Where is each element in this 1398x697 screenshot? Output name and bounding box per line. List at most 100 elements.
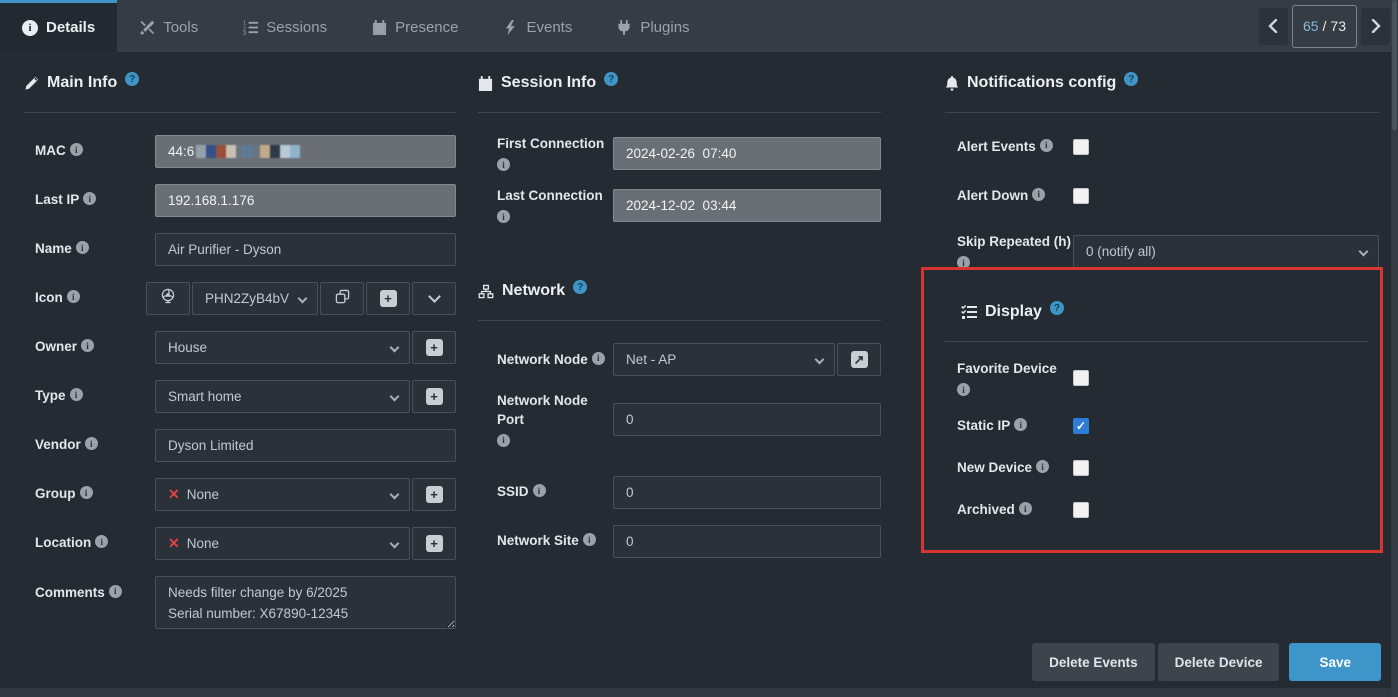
info-icon: i	[592, 352, 605, 365]
alert-events-checkbox[interactable]	[1073, 139, 1089, 155]
help-icon[interactable]: ?	[604, 72, 618, 86]
mac-label: MACi	[24, 142, 155, 160]
device-icon-preview-button[interactable]	[146, 282, 190, 315]
help-icon[interactable]: ?	[125, 72, 139, 86]
tab-bar: i Details Tools 123 Sessions Presence	[0, 0, 1398, 52]
pager-position: 65 / 73	[1292, 5, 1357, 48]
notifications-config-header: Notifications config ?	[945, 52, 1379, 113]
location-select[interactable]: ✕None	[155, 527, 410, 560]
mac-redacted-blocks	[196, 145, 300, 158]
network-node-port-label: Network Node Porti	[478, 392, 613, 446]
new-device-label: New Devicei	[945, 459, 1073, 477]
network-node-select[interactable]: Net - AP	[613, 343, 835, 376]
tab-label: Presence	[395, 19, 458, 36]
tab-label: Events	[526, 19, 572, 36]
tab-plugins[interactable]: Plugins	[594, 0, 711, 52]
owner-select[interactable]: House	[155, 331, 410, 364]
info-icon: i	[70, 143, 83, 156]
info-icon: i	[533, 484, 546, 497]
scrollbar-thumb[interactable]	[1392, 0, 1397, 130]
network-node-port-field[interactable]: 0	[613, 403, 881, 436]
tab-details[interactable]: i Details	[0, 0, 117, 52]
chevron-down-icon	[298, 294, 308, 304]
alert-down-checkbox[interactable]	[1073, 188, 1089, 204]
list-ol-icon: 123	[242, 20, 258, 36]
add-group-button[interactable]: +	[412, 478, 456, 511]
info-icon: i	[109, 585, 122, 598]
skip-repeated-select[interactable]: 0 (notify all)	[1073, 235, 1379, 268]
add-icon-button[interactable]: +	[366, 282, 410, 315]
icon-select[interactable]: PHN2ZyB4bV	[192, 282, 318, 315]
name-label: Namei	[24, 240, 155, 258]
last-ip-label: Last IPi	[24, 191, 155, 209]
archived-checkbox[interactable]	[1073, 502, 1089, 518]
info-icon: i	[1019, 502, 1032, 515]
alert-events-label: Alert Eventsi	[945, 138, 1073, 156]
copy-icon-button[interactable]	[320, 282, 364, 315]
calendar-icon	[478, 76, 493, 91]
section-title: Network	[502, 282, 565, 300]
next-device-button[interactable]	[1361, 8, 1390, 45]
icon-dropdown-button[interactable]	[412, 282, 456, 315]
help-icon[interactable]: ?	[1124, 72, 1138, 86]
chevron-down-icon	[428, 290, 441, 303]
pencil-icon	[24, 76, 39, 91]
delete-device-button[interactable]: Delete Device	[1158, 643, 1280, 681]
type-select[interactable]: Smart home	[155, 380, 410, 413]
delete-events-button[interactable]: Delete Events	[1032, 643, 1155, 681]
network-node-row: Network Nodei Net - AP ↗	[478, 343, 881, 376]
vendor-field[interactable]: Dyson Limited	[155, 429, 456, 462]
last-connection-label: Last Connectioni	[478, 187, 613, 223]
comments-row: Commentsi Needs filter change by 6/2025 …	[24, 576, 456, 634]
network-site-field[interactable]: 0	[613, 525, 881, 558]
tab-label: Plugins	[640, 19, 689, 36]
save-button[interactable]: Save	[1289, 643, 1381, 681]
owner-row: Owneri House +	[24, 331, 456, 364]
prev-device-button[interactable]	[1259, 8, 1288, 45]
info-icon: i	[497, 158, 510, 171]
info-icon: i	[81, 339, 94, 352]
add-owner-button[interactable]: +	[412, 331, 456, 364]
group-select[interactable]: ✕None	[155, 478, 410, 511]
last-connection-field[interactable]: 2024-12-02 03:44	[613, 189, 881, 222]
info-icon: i	[22, 20, 38, 36]
tab-presence[interactable]: Presence	[349, 0, 480, 52]
add-location-button[interactable]: +	[412, 527, 456, 560]
plug-icon	[616, 20, 632, 36]
network-site-label: Network Sitei	[478, 532, 613, 550]
tab-sessions[interactable]: 123 Sessions	[220, 0, 349, 52]
chevron-down-icon	[390, 490, 400, 500]
static-ip-row: Static IPi	[945, 414, 1379, 438]
static-ip-label: Static IPi	[945, 417, 1073, 435]
last-ip-field[interactable]: 192.168.1.176	[155, 184, 456, 217]
info-icon: i	[957, 383, 970, 396]
chevron-down-icon	[1359, 246, 1369, 256]
info-icon: i	[83, 192, 96, 205]
svg-text:3: 3	[243, 31, 246, 35]
favorite-device-row: Favorite Devicei	[945, 360, 1379, 396]
archived-row: Archivedi	[945, 498, 1379, 522]
help-icon[interactable]: ?	[1050, 301, 1064, 315]
display-section: Display ? Favorite Devicei Static IPi Ne…	[945, 285, 1379, 522]
mac-visible-prefix: 44:6	[168, 144, 194, 159]
tab-tools[interactable]: Tools	[117, 0, 220, 52]
tab-events[interactable]: Events	[480, 0, 594, 52]
mac-field[interactable]: 44:6	[155, 135, 456, 168]
static-ip-checkbox[interactable]	[1073, 418, 1089, 434]
first-connection-field[interactable]: 2024-02-26 07:40	[613, 137, 881, 170]
vertical-scrollbar[interactable]	[1391, 0, 1398, 697]
favorite-device-checkbox[interactable]	[1073, 370, 1089, 386]
name-row: Namei Air Purifier - Dyson	[24, 233, 456, 266]
help-icon[interactable]: ?	[573, 280, 587, 294]
comments-textarea[interactable]: Needs filter change by 6/2025 Serial num…	[155, 576, 456, 629]
open-network-node-button[interactable]: ↗	[837, 343, 881, 376]
pager-current: 65	[1303, 18, 1319, 34]
ssid-field[interactable]: 0	[613, 476, 881, 509]
main-info-header: Main Info ?	[24, 52, 456, 113]
device-pager: 65 / 73	[1259, 0, 1390, 52]
new-device-checkbox[interactable]	[1073, 460, 1089, 476]
section-title: Session Info	[501, 74, 596, 92]
tab-label: Sessions	[266, 19, 327, 36]
name-field[interactable]: Air Purifier - Dyson	[155, 233, 456, 266]
add-type-button[interactable]: +	[412, 380, 456, 413]
